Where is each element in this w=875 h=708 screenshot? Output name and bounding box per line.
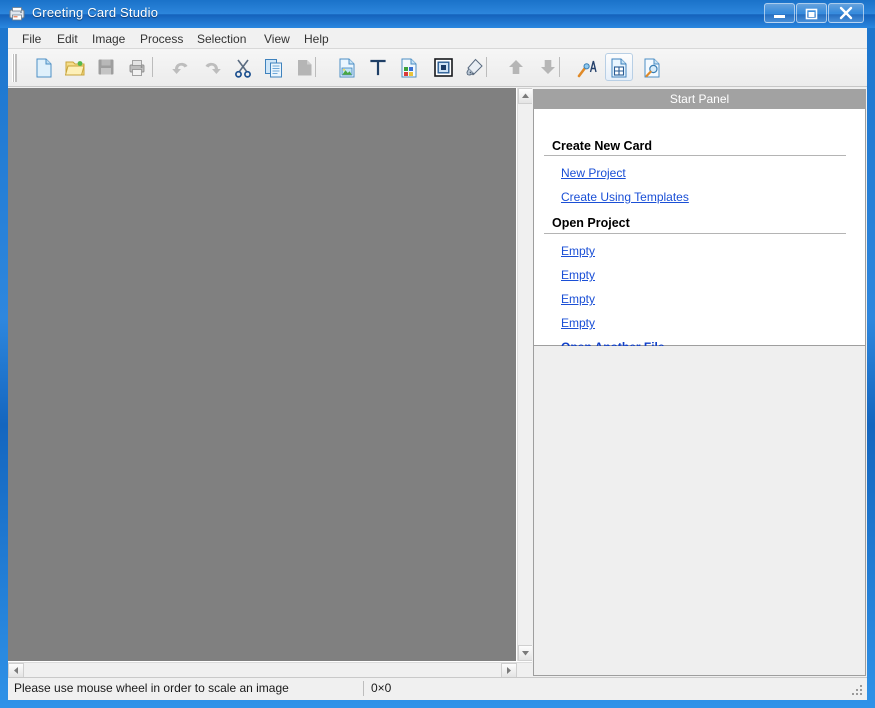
copy-icon[interactable] [260, 53, 288, 81]
move-up-icon[interactable] [502, 53, 530, 81]
status-message: Please use mouse wheel in order to scale… [14, 681, 289, 695]
toolbar-grip[interactable] [12, 54, 17, 82]
close-button[interactable] [828, 3, 864, 23]
title-bar: Greeting Card Studio [0, 0, 875, 28]
insert-shape-icon[interactable] [395, 53, 423, 81]
resize-grip-icon[interactable] [851, 684, 864, 697]
cut-scissors-icon[interactable] [229, 53, 257, 81]
menu-image[interactable]: Image [86, 31, 131, 47]
font-tool-icon[interactable] [573, 53, 601, 81]
application-window: Greeting Card Studio File Edit Image Pro… [0, 0, 875, 708]
redo-icon[interactable] [198, 53, 226, 81]
status-image-size: 0×0 [371, 681, 392, 695]
start-panel-body [533, 346, 866, 676]
scroll-right-icon[interactable] [501, 663, 517, 678]
canvas-area [8, 88, 533, 678]
client-area: File Edit Image Process Selection View H… [8, 28, 867, 700]
link-new-project[interactable]: New Project [561, 166, 626, 180]
start-panel: Start Panel Create New Card New Project … [532, 88, 867, 677]
menu-view[interactable]: View [258, 31, 296, 47]
menu-process[interactable]: Process [134, 31, 189, 47]
open-folder-icon[interactable] [61, 53, 89, 81]
link-recent-project-1[interactable]: Empty [561, 244, 595, 258]
canvas-vertical-scrollbar[interactable] [517, 88, 533, 661]
start-panel-card: Create New Card New Project Create Using… [533, 109, 866, 354]
insert-image-icon[interactable] [333, 53, 361, 81]
menu-bar: File Edit Image Process Selection View H… [8, 28, 867, 49]
section-title-create-new-card: Create New Card [552, 139, 653, 153]
menu-edit[interactable]: Edit [51, 31, 84, 47]
link-create-using-templates[interactable]: Create Using Templates [561, 190, 689, 204]
section-divider [544, 155, 846, 156]
status-bar: Please use mouse wheel in order to scale… [8, 677, 867, 699]
vscroll-track[interactable] [518, 104, 533, 645]
print-icon[interactable] [123, 53, 151, 81]
section-divider [544, 233, 846, 234]
scroll-left-icon[interactable] [8, 663, 24, 678]
brush-icon[interactable] [460, 53, 488, 81]
menu-help[interactable]: Help [298, 31, 335, 47]
menu-selection[interactable]: Selection [191, 31, 252, 47]
section-title-open-project: Open Project [552, 216, 630, 230]
link-recent-project-4[interactable]: Empty [561, 316, 595, 330]
undo-icon[interactable] [167, 53, 195, 81]
new-file-icon[interactable] [30, 53, 58, 81]
image-canvas[interactable] [8, 88, 516, 661]
hscroll-track[interactable] [24, 663, 501, 678]
maximize-button[interactable] [796, 3, 827, 23]
frame-icon[interactable] [429, 53, 457, 81]
move-down-icon[interactable] [534, 53, 562, 81]
save-icon[interactable] [92, 53, 120, 81]
scroll-down-icon[interactable] [518, 645, 533, 661]
link-recent-project-3[interactable]: Empty [561, 292, 595, 306]
printer-card-icon [8, 5, 26, 23]
window-title: Greeting Card Studio [32, 5, 159, 20]
start-panel-icon[interactable] [605, 53, 633, 81]
minimize-button[interactable] [764, 3, 795, 23]
scroll-up-icon[interactable] [518, 88, 533, 104]
canvas-horizontal-scrollbar[interactable] [8, 662, 532, 678]
paste-icon[interactable] [291, 53, 319, 81]
start-panel-title: Start Panel [533, 89, 866, 109]
status-separator [363, 681, 364, 696]
insert-text-icon[interactable] [364, 53, 392, 81]
preview-icon[interactable] [638, 53, 666, 81]
link-recent-project-2[interactable]: Empty [561, 268, 595, 282]
toolbar-separator [152, 57, 153, 77]
menu-file[interactable]: File [16, 31, 47, 47]
toolbar [8, 49, 867, 87]
